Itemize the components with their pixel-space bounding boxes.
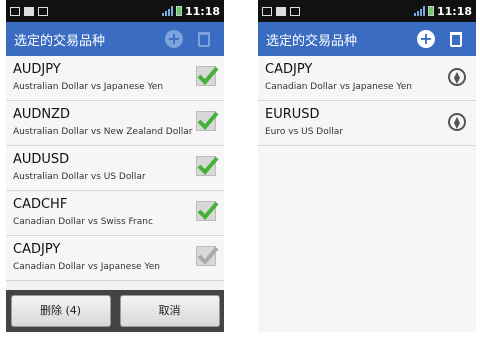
reorder-icon[interactable]: ▲ ▼ [448,113,466,131]
action-bar: 删除 (4) 取消 [6,290,224,332]
usb-icon [276,6,286,16]
signal-icon [413,6,425,16]
checkbox[interactable] [196,111,219,131]
symbol-desc: Canadian Dollar vs Japanese Yen [265,82,412,92]
list-item[interactable]: AUDJPY Australian Dollar vs Japanese Yen [6,56,224,101]
symbol-name: CADJPY [13,242,61,257]
app-bar: 选定的交易品种 + [258,22,476,56]
list-item[interactable]: CADJPY Canadian Dollar vs Japanese Yen [6,236,224,281]
list-item[interactable]: CADCHF Canadian Dollar vs Swiss Franc [6,191,224,236]
right-screen: 11:18 选定的交易品种 + CADJPY Canadian Dollar v… [258,0,476,332]
symbol-name: CADCHF [13,197,68,212]
trash-icon [198,31,210,47]
symbol-list: AUDJPY Australian Dollar vs Japanese Yen… [6,56,224,281]
checkbox[interactable] [196,66,219,86]
checkbox[interactable] [196,156,219,176]
checkmark-icon [197,66,219,85]
delete-button[interactable] [192,27,216,51]
usb-icon [24,6,34,16]
page-title: 选定的交易品种 [14,33,106,49]
battery-icon [175,6,182,16]
symbol-name: CADJPY [265,62,313,77]
app-bar: 选定的交易品种 + [6,22,224,56]
trash-icon [450,31,462,47]
symbol-desc: Australian Dollar vs Japanese Yen [13,82,164,92]
status-bar: 11:18 [258,0,476,22]
notification-icon [290,6,300,16]
add-button[interactable]: + [414,27,438,51]
checkmark-icon [197,156,219,175]
checkbox[interactable] [196,246,219,266]
clock: 11:18 [184,4,220,18]
symbol-desc: Canadian Dollar vs Japanese Yen [13,262,160,272]
status-bar: 11:18 [6,0,224,22]
list-item[interactable]: CADJPY Canadian Dollar vs Japanese Yen ▲… [258,56,476,101]
list-item[interactable]: AUDUSD Australian Dollar vs US Dollar [6,146,224,191]
reorder-icon[interactable]: ▲ ▼ [448,68,466,86]
add-icon: + [165,30,183,48]
symbol-desc: Canadian Dollar vs Swiss Franc [13,217,153,227]
add-button[interactable]: + [162,27,186,51]
notification-icon [38,6,48,16]
symbol-desc: Euro vs US Dollar [265,127,343,137]
clock: 11:18 [436,4,472,18]
symbol-name: EURUSD [265,107,320,122]
mail-icon [262,6,272,16]
cancel-button[interactable]: 取消 [119,295,220,327]
delete-selected-button[interactable]: 删除 (4) [10,295,111,327]
list-item[interactable]: AUDNZD Australian Dollar vs New Zealand … [6,101,224,146]
signal-icon [161,6,173,16]
symbol-list: CADJPY Canadian Dollar vs Japanese Yen ▲… [258,56,476,146]
checkmark-icon [197,111,219,130]
add-icon: + [417,30,435,48]
symbol-name: AUDJPY [13,62,61,77]
delete-button[interactable] [444,27,468,51]
symbol-desc: Australian Dollar vs New Zealand Dollar [13,127,193,137]
page-title: 选定的交易品种 [266,33,358,49]
left-screen: 11:18 选定的交易品种 + AUDJPY Australian Dollar… [6,0,224,332]
symbol-desc: Australian Dollar vs US Dollar [13,172,146,182]
list-item[interactable]: EURUSD Euro vs US Dollar ▲ ▼ [258,101,476,146]
battery-icon [427,6,434,16]
checkmark-icon [197,246,219,265]
checkbox[interactable] [196,201,219,221]
symbol-name: AUDNZD [13,107,71,122]
mail-icon [10,6,20,16]
symbol-name: AUDUSD [13,152,70,167]
checkmark-icon [197,201,219,220]
